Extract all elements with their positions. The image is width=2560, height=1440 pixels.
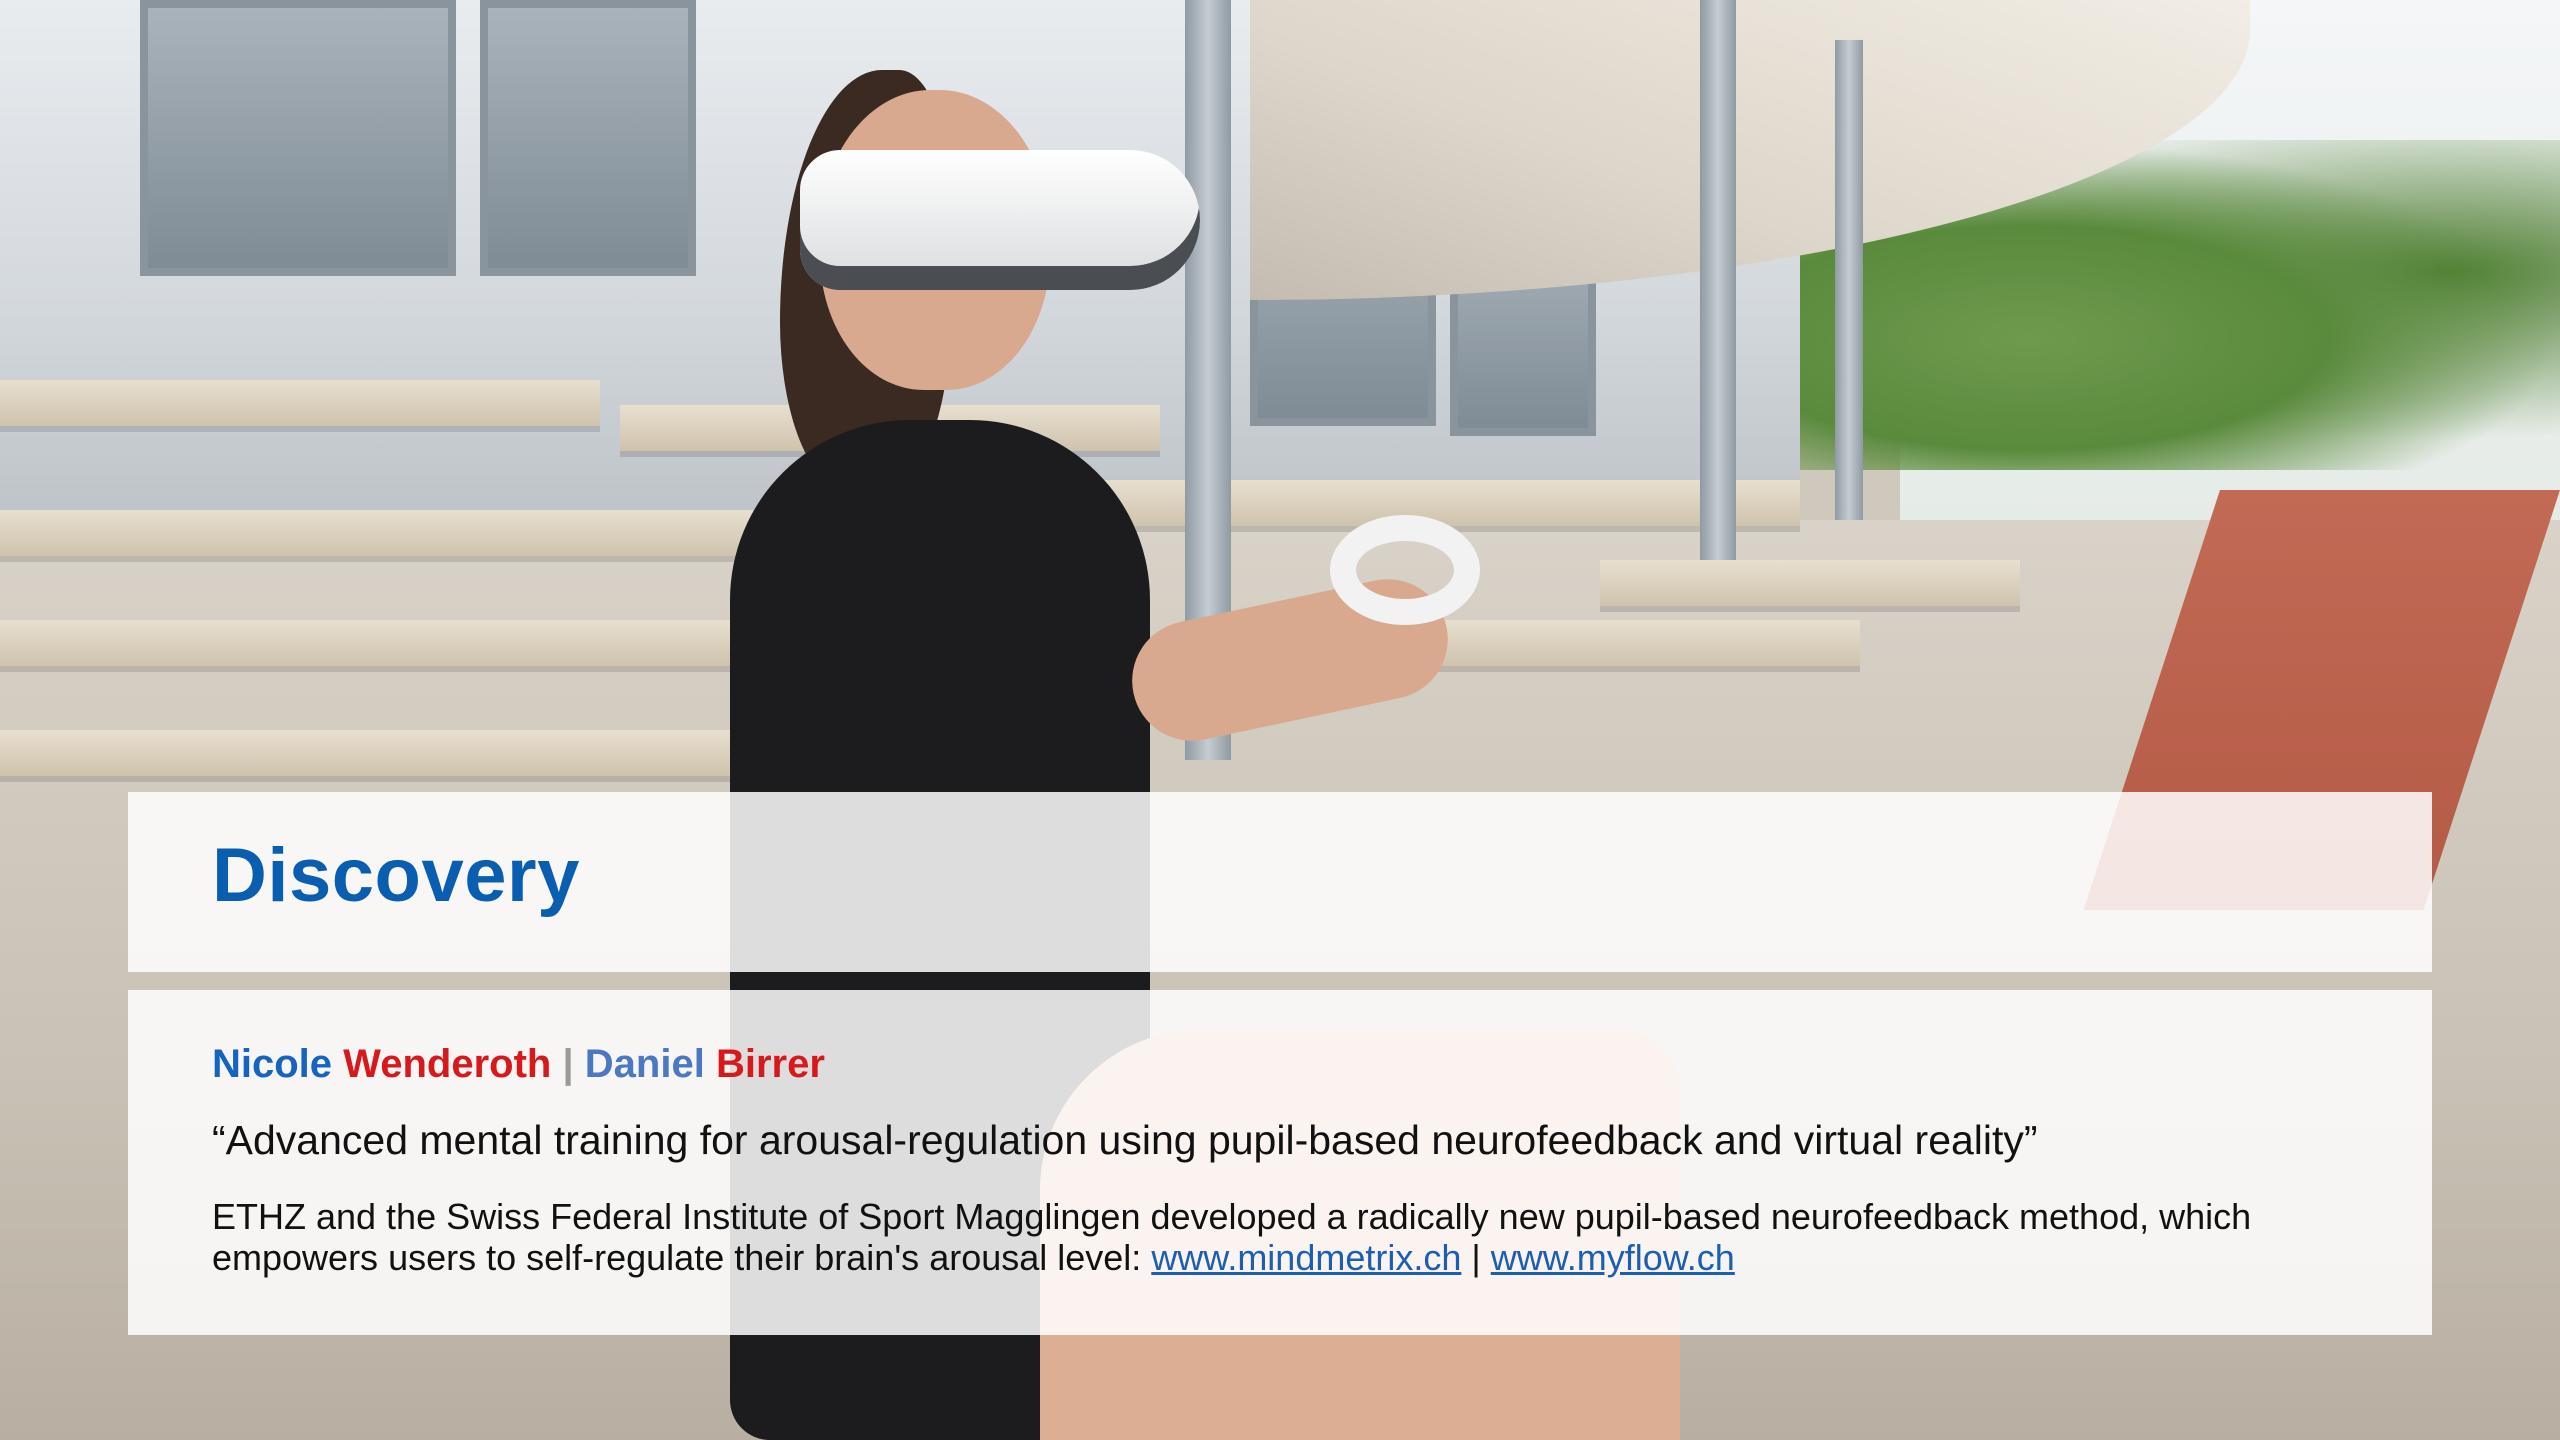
authors-line: Nicole Wenderoth | Daniel Birrer	[212, 1042, 825, 1087]
bench	[0, 620, 760, 666]
author-first-name: Nicole	[212, 1042, 333, 1086]
myflow-link[interactable]: www.myflow.ch	[1491, 1237, 1735, 1278]
building-window	[480, 0, 696, 276]
author-last-name: Birrer	[715, 1042, 825, 1086]
author-first-name: Daniel	[584, 1042, 705, 1086]
slide-title: Discovery	[212, 833, 580, 918]
building-window	[140, 0, 456, 276]
title-panel: Discovery	[128, 792, 2432, 972]
roof-pillar	[1835, 40, 1863, 520]
link-separator: |	[1461, 1237, 1491, 1278]
roof-pillar	[1700, 0, 1736, 560]
vr-headset	[800, 150, 1200, 290]
project-quote: “Advanced mental training for arousal-re…	[212, 1117, 2038, 1163]
bench	[0, 510, 760, 556]
mindmetrix-link[interactable]: www.mindmetrix.ch	[1151, 1237, 1461, 1278]
bench	[0, 730, 760, 776]
author-last-name: Wenderoth	[343, 1042, 552, 1086]
author-separator: |	[562, 1042, 574, 1086]
project-description: ETHZ and the Swiss Federal Institute of …	[212, 1196, 2412, 1278]
bench	[0, 380, 600, 426]
bench	[1600, 560, 2020, 606]
info-panel: Nicole Wenderoth | Daniel Birrer “Advanc…	[128, 990, 2432, 1335]
vr-controller	[1330, 515, 1480, 625]
